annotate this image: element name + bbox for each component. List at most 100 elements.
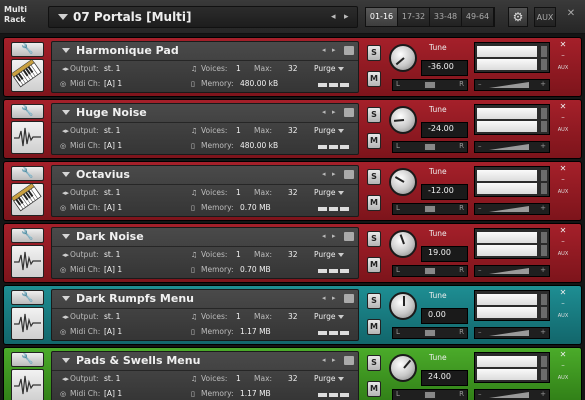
wrench-icon[interactable]: 🔧 <box>11 42 44 57</box>
mute-button[interactable]: M <box>367 195 381 211</box>
purge-menu[interactable]: Purge <box>314 372 335 386</box>
instrument-name[interactable]: Huge Noise <box>76 106 147 119</box>
waveform-icon[interactable] <box>11 245 44 278</box>
aux-button[interactable]: AUX <box>534 7 556 27</box>
wrench-icon[interactable]: 🔧 <box>11 166 44 181</box>
tab-17-32[interactable]: 17-32 <box>398 8 430 26</box>
minimize-icon[interactable]: – <box>556 237 570 245</box>
keyboard-icon[interactable] <box>11 59 44 92</box>
midi-value[interactable]: [A] 1 <box>104 201 122 215</box>
aux-toggle[interactable]: AUX <box>554 65 572 71</box>
minimize-icon[interactable]: – <box>556 113 570 121</box>
gear-icon[interactable]: ⚙ <box>508 7 528 27</box>
next-instrument-icon[interactable]: ▸ <box>332 170 336 178</box>
next-instrument-icon[interactable]: ▸ <box>332 294 336 302</box>
solo-button[interactable]: S <box>367 355 381 371</box>
next-multi-icon[interactable]: ▸ <box>344 12 349 22</box>
next-instrument-icon[interactable]: ▸ <box>332 46 336 54</box>
pan-handle[interactable] <box>424 81 436 89</box>
tune-knob[interactable] <box>389 230 417 258</box>
collapse-icon[interactable] <box>62 48 70 53</box>
close-instrument-icon[interactable]: ✕ <box>556 40 570 49</box>
next-instrument-icon[interactable]: ▸ <box>332 356 336 364</box>
volume-slider[interactable]: – + <box>474 327 550 339</box>
prev-instrument-icon[interactable]: ◂ <box>322 46 326 54</box>
prev-instrument-icon[interactable]: ◂ <box>322 108 326 116</box>
solo-button[interactable]: S <box>367 45 381 61</box>
wrench-icon[interactable]: 🔧 <box>11 352 44 367</box>
pan-slider[interactable]: L R <box>392 265 468 277</box>
waveform-icon[interactable] <box>11 307 44 340</box>
close-instrument-icon[interactable]: ✕ <box>556 102 570 111</box>
max-value[interactable]: 32 <box>288 62 298 76</box>
collapse-icon[interactable] <box>62 296 70 301</box>
midi-value[interactable]: [A] 1 <box>104 139 122 153</box>
aux-toggle[interactable]: AUX <box>554 251 572 257</box>
solo-button[interactable]: S <box>367 293 381 309</box>
tune-knob[interactable] <box>389 44 417 72</box>
instrument-name[interactable]: Dark Noise <box>76 230 144 243</box>
output-value[interactable]: st. 1 <box>104 62 120 76</box>
next-instrument-icon[interactable]: ▸ <box>332 108 336 116</box>
close-icon[interactable]: ✕ <box>563 8 579 26</box>
mute-button[interactable]: M <box>367 133 381 149</box>
close-instrument-icon[interactable]: ✕ <box>556 350 570 359</box>
solo-button[interactable]: S <box>367 231 381 247</box>
purge-dropdown-icon[interactable] <box>338 191 344 195</box>
midi-value[interactable]: [A] 1 <box>104 263 122 277</box>
output-value[interactable]: st. 1 <box>104 372 120 386</box>
wrench-icon[interactable]: 🔧 <box>11 228 44 243</box>
tab-33-48[interactable]: 33-48 <box>430 8 462 26</box>
collapse-icon[interactable] <box>62 110 70 115</box>
output-value[interactable]: st. 1 <box>104 186 120 200</box>
minimize-icon[interactable]: – <box>556 361 570 369</box>
max-value[interactable]: 32 <box>288 372 298 386</box>
aux-toggle[interactable]: AUX <box>554 313 572 319</box>
tune-knob[interactable] <box>389 168 417 196</box>
instrument-name[interactable]: Dark Rumpfs Menu <box>76 292 194 305</box>
pan-handle[interactable] <box>424 267 436 275</box>
close-instrument-icon[interactable]: ✕ <box>556 164 570 173</box>
purge-menu[interactable]: Purge <box>314 62 335 76</box>
aux-toggle[interactable]: AUX <box>554 127 572 133</box>
close-instrument-icon[interactable]: ✕ <box>556 226 570 235</box>
midi-value[interactable]: [A] 1 <box>104 387 122 400</box>
minimize-icon[interactable]: – <box>556 299 570 307</box>
max-value[interactable]: 32 <box>288 124 298 138</box>
mute-button[interactable]: M <box>367 319 381 335</box>
midi-value[interactable]: [A] 1 <box>104 77 122 91</box>
collapse-icon[interactable] <box>62 234 70 239</box>
instrument-name[interactable]: Pads & Swells Menu <box>76 354 200 367</box>
instrument-name[interactable]: Octavius <box>76 168 130 181</box>
next-instrument-icon[interactable]: ▸ <box>332 232 336 240</box>
prev-instrument-icon[interactable]: ◂ <box>322 356 326 364</box>
pan-handle[interactable] <box>424 143 436 151</box>
camera-icon[interactable] <box>344 46 354 55</box>
minimize-icon[interactable]: – <box>556 51 570 59</box>
purge-menu[interactable]: Purge <box>314 186 335 200</box>
close-instrument-icon[interactable]: ✕ <box>556 288 570 297</box>
purge-dropdown-icon[interactable] <box>338 129 344 133</box>
waveform-icon[interactable] <box>11 369 44 400</box>
mute-button[interactable]: M <box>367 257 381 273</box>
purge-menu[interactable]: Purge <box>314 124 335 138</box>
solo-button[interactable]: S <box>367 169 381 185</box>
volume-slider[interactable]: – + <box>474 265 550 277</box>
volume-slider[interactable]: – + <box>474 79 550 91</box>
volume-slider[interactable]: – + <box>474 141 550 153</box>
purge-dropdown-icon[interactable] <box>338 67 344 71</box>
aux-toggle[interactable]: AUX <box>554 375 572 381</box>
solo-button[interactable]: S <box>367 107 381 123</box>
max-value[interactable]: 32 <box>288 310 298 324</box>
wrench-icon[interactable]: 🔧 <box>11 104 44 119</box>
pan-slider[interactable]: L R <box>392 141 468 153</box>
prev-instrument-icon[interactable]: ◂ <box>322 232 326 240</box>
pan-slider[interactable]: L R <box>392 79 468 91</box>
pan-handle[interactable] <box>424 391 436 399</box>
pan-slider[interactable]: L R <box>392 389 468 400</box>
collapse-icon[interactable] <box>62 358 70 363</box>
waveform-icon[interactable] <box>11 121 44 154</box>
mute-button[interactable]: M <box>367 71 381 87</box>
instrument-name[interactable]: Harmonique Pad <box>76 44 179 57</box>
camera-icon[interactable] <box>344 294 354 303</box>
